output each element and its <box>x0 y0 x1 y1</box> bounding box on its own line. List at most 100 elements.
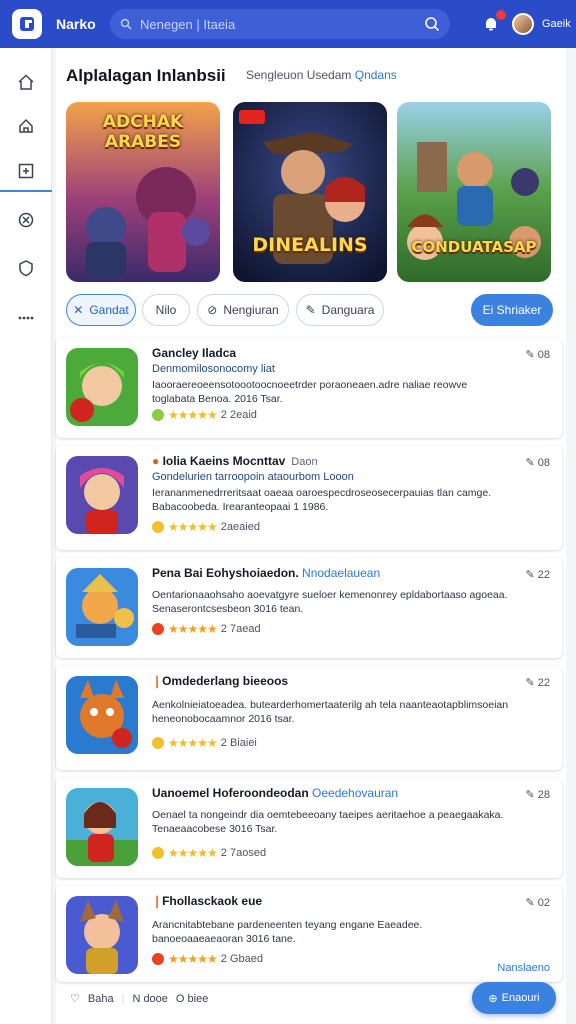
stars-icon: ★★★★★ <box>168 736 218 750</box>
subtitle-link[interactable]: Qndans <box>355 68 397 82</box>
edit-button[interactable]: ✎ 08 <box>525 456 550 470</box>
list-item[interactable]: ❘Omdederlang bieeoos Aenkolnieiatoeadea.… <box>56 666 562 770</box>
more-dots-icon <box>18 316 34 320</box>
primary-filter-label: Ei Shriaker <box>482 303 542 317</box>
user-name[interactable]: Gaeik <box>542 18 571 30</box>
list-item[interactable]: Uanoemel Hoferoondeodan Oeedehovauran Oe… <box>56 778 562 878</box>
list-item[interactable]: ❘Fhollasckaok eue Arancnitabtebane parde… <box>56 886 562 982</box>
notification-badge <box>496 10 506 20</box>
floating-action-button[interactable]: ⊕ Enaouri <box>472 982 556 1014</box>
app-name: Pena Bai Eohyshoiaedon. Nnodaelauean <box>152 566 381 580</box>
divider: | <box>121 992 125 1005</box>
footer-action-2[interactable]: N dooe <box>132 993 167 1005</box>
footer-actions: ♡ Baha | N dooe O biee <box>70 992 208 1006</box>
chip-nengiuran[interactable]: ⊘ Nengiuran <box>197 294 289 326</box>
app-description: Aenkolnieiatoeadea. butearderhomertaater… <box>152 699 509 725</box>
rating-dot-icon <box>152 623 164 635</box>
sidebar-item-home[interactable] <box>0 62 52 102</box>
pencil-icon: ✎ <box>525 457 535 469</box>
pencil-icon: ✎ <box>525 349 535 361</box>
chip-label: Nilo <box>155 303 177 317</box>
subtitle-text: Sengleuon Usedam <box>246 68 352 82</box>
app-name: ❘Omdederlang bieeoos <box>152 674 289 688</box>
add-square-icon <box>18 163 34 179</box>
edit-button[interactable]: ✎ 08 <box>525 348 550 362</box>
link-icon: ⊘ <box>207 303 218 317</box>
app-description: Oentarionaaohsaho aoevatgyre sueloer kem… <box>152 589 508 615</box>
featured-banner-1[interactable]: ADCHAK ARABES <box>66 102 220 282</box>
search-input[interactable]: Nenegen | Itaeia <box>110 9 450 39</box>
edit-button[interactable]: ✎ 02 <box>525 896 550 910</box>
chip-close-icon: ✕ <box>73 303 84 317</box>
edit-button[interactable]: ✎ 22 <box>526 676 550 690</box>
app-description: Arancnitabtebane pardeneenten teyang eng… <box>152 919 423 945</box>
app-name: ❘Fhollasckaok eue <box>152 894 263 908</box>
app-icon <box>66 896 138 974</box>
app-rating: ★★★★★ 2 7aead <box>152 622 261 636</box>
app-icon <box>66 568 138 646</box>
stars-icon: ★★★★★ <box>168 952 218 966</box>
list-item[interactable]: Pena Bai Eohyshoiaedon. Nnodaelauean Oen… <box>56 558 562 658</box>
notifications-icon[interactable] <box>480 10 506 35</box>
sidebar <box>0 48 52 1024</box>
featured-banner-3[interactable]: CONDUATASAP <box>397 102 551 282</box>
banner-3-title: CONDUATASAP <box>411 238 537 256</box>
footer-action-3[interactable]: O biee <box>176 993 208 1005</box>
sidebar-item-store[interactable] <box>0 106 52 146</box>
app-subtitle: Denmomilosonocomy liat <box>152 363 275 375</box>
featured-banner-2[interactable]: DINEALINS <box>233 102 387 282</box>
shield-icon <box>19 260 33 277</box>
sidebar-item-security[interactable] <box>0 248 52 288</box>
see-more-link[interactable]: Nanslaeno <box>497 962 550 974</box>
app-rating: ★★★★★ 2 Biaiei <box>152 736 257 750</box>
gamepad-icon <box>18 212 34 228</box>
pencil-icon: ✎ <box>525 897 535 909</box>
stars-icon: ★★★★★ <box>168 408 218 422</box>
avatar[interactable] <box>512 13 534 35</box>
app-logo-icon[interactable] <box>12 9 42 39</box>
app-name: Gancley Iladca <box>152 346 237 360</box>
plus-circle-icon: ⊕ <box>488 992 498 1005</box>
primary-filter-button[interactable]: Ei Shriaker <box>471 294 553 326</box>
sidebar-item-games[interactable] <box>0 200 52 240</box>
pencil-icon: ✎ <box>305 303 316 317</box>
edit-button[interactable]: ✎ 22 <box>525 568 550 582</box>
chip-label: Gandat <box>89 303 129 317</box>
home-icon <box>18 74 34 90</box>
sidebar-item-add[interactable] <box>0 152 52 192</box>
chip-gandat[interactable]: ✕ Gandat <box>66 294 136 326</box>
app-description: Oenael ta nongeindr dia oemtebeeoany tae… <box>152 809 504 835</box>
app-rating: ★★★★★ 2aeaied <box>152 520 260 534</box>
app-icon <box>66 456 138 534</box>
top-bar: Narko Nenegen | Itaeia Gaeik <box>0 0 576 48</box>
search-icon <box>120 18 132 30</box>
app-rating: ★★★★★ 2 2eaid <box>152 408 257 422</box>
app-icon <box>66 676 138 754</box>
chip-label: Danguara <box>321 303 375 317</box>
like-icon[interactable]: ♡ <box>70 992 80 1005</box>
main-content: Alplalagan Inlanbsii Sengleuon Usedam Qn… <box>56 48 566 1024</box>
banner-2-title: DINEALINS <box>252 234 368 256</box>
filter-bar: ✕ Gandat Nilo ⊘ Nengiuran ✎ Danguara Ei … <box>66 294 556 326</box>
pencil-icon: ✎ <box>525 789 535 801</box>
stars-icon: ★★★★★ <box>168 622 218 636</box>
rating-dot-icon <box>152 953 164 965</box>
rating-dot-icon <box>152 737 164 749</box>
pencil-icon: ✎ <box>525 569 535 581</box>
app-rating: ★★★★★ 2 Gbaed <box>152 952 263 966</box>
stars-icon: ★★★★★ <box>168 520 218 534</box>
stars-icon: ★★★★★ <box>168 846 218 860</box>
app-icon <box>66 348 138 426</box>
chip-nilo[interactable]: Nilo <box>142 294 190 326</box>
list-item[interactable]: Gancley Iladca Denmomilosonocomy liat Ia… <box>56 338 562 438</box>
rating-dot-icon <box>152 847 164 859</box>
footer-action-1[interactable]: Baha <box>88 993 114 1005</box>
app-rating: ★★★★★ 2 7aosed <box>152 846 266 860</box>
list-item[interactable]: ● Iolia Kaeins Mocnttav Daon Gondelurien … <box>56 446 562 550</box>
search-submit-icon[interactable] <box>424 16 440 32</box>
edit-button[interactable]: ✎ 28 <box>525 788 550 802</box>
app-name: ● Iolia Kaeins Mocnttav Daon <box>152 454 318 468</box>
app-subtitle: Gondelurien tarroopoin ataourbom Looon <box>152 471 354 483</box>
chip-danguara[interactable]: ✎ Danguara <box>296 294 384 326</box>
sidebar-item-more[interactable] <box>0 298 52 338</box>
